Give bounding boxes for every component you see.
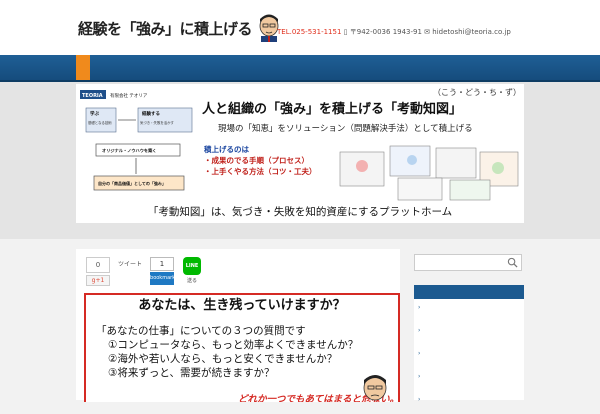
sidebar-link-3[interactable]: › [414,350,520,368]
nav-item-4[interactable] [118,55,132,80]
article-question-1: ①コンピュータなら、もっと効率よくできませんか？ [108,339,359,351]
main-navigation [0,55,600,82]
nav-item-5[interactable] [132,55,146,80]
sidebar-link-4[interactable]: › [414,373,520,391]
contact-address: 〒942-0036 [349,28,393,36]
chevron-right-icon: › [418,373,421,380]
line-share[interactable]: LINE 送る [182,257,202,284]
postal-icon: ▯ [343,28,348,36]
hatena-count: 1 [150,257,175,271]
sidebar-link-2[interactable]: › [414,327,520,345]
site-logo[interactable]: 経験を「強み」に積上げる [78,13,282,43]
nav-item-3[interactable] [104,55,118,80]
sidebar-link-1[interactable]: › [414,304,520,322]
step-experience-label: 経験する [142,110,160,117]
nav-item-8[interactable] [174,55,188,80]
logo-text: 経験を「強み」に積上げる [78,19,253,38]
nav-item-6[interactable] [146,55,160,80]
article-image: あなたは、生き残っていけますか？ 「あなたの仕事」についての３つの質問です ①コ… [84,293,400,402]
step-learn-label: 学ぶ [90,110,99,117]
hatena-bookmark[interactable]: 1 bookmark [150,257,175,285]
sidebar-link-5[interactable]: › [414,396,520,414]
contact-address-number: 1943-91 [392,28,425,36]
svg-text:TEORIA: TEORIA [82,93,103,99]
tweet-button[interactable]: ツイート [118,259,142,268]
article-lead: 「あなたの仕事」についての３つの質問です [96,325,306,337]
banner-point-1: ・成果のでる手順（プロセス） [204,156,309,165]
contact-info: TEL.025-531-1151 ▯ 〒942-0036 1943-91 ✉ h… [277,27,511,37]
banner-subtitle: 現場の「知恵」をソリューション（問題解決手法）として積上げる [218,124,473,134]
banner-point-2: ・上手くやる方法（コツ・工夫） [204,167,317,176]
step-strength-label: 自分の「商品価値」としての「強み」 [98,180,166,186]
worried-man-icon [363,375,387,401]
growth-steps-diagram: TEORIA 有限会社 テオリア 学ぶ 基礎となる技術 経験する 気づき・失敗を… [80,90,193,191]
banner-company: 有限会社 テオリア [110,92,148,99]
site-header: 経験を「強み」に積上げる TEL.025-531-1151 ▯ 〒942-003… [0,0,600,55]
facebook-count: 0 [86,257,110,273]
chevron-right-icon: › [418,396,421,403]
chevron-right-icon: › [418,304,421,311]
search-icon[interactable] [507,257,518,268]
line-label: 送る [187,278,198,284]
step-learn-sub: 基礎となる技術 [88,120,112,125]
chevron-right-icon: › [418,350,421,357]
nav-item-2[interactable] [90,55,104,80]
gplus-button[interactable]: g+1 [86,275,110,286]
article-question-2: ②海外や若い人なら、もっと安くできませんか？ [108,353,338,365]
sidebar: › › › › › [414,249,524,403]
email-address[interactable]: hidetoshi@teoria.co.jp [432,28,510,36]
banner-footer: 「考動知図」は、気づき・失敗を知的資産にするプラットホーム [147,206,453,218]
line-icon[interactable]: LINE [183,257,202,275]
widget-title [414,285,524,299]
facebook-share[interactable]: 0 g+1 [86,257,110,286]
article-headline: あなたは、生き残っていけますか？ [138,298,346,313]
step-experience-sub: 気づき・失敗を活かす [140,120,175,125]
nav-item-7[interactable] [160,55,174,80]
article-question-3: ③将来ずっと、需要が続きますか？ [108,367,275,379]
nav-item-home[interactable] [76,55,90,80]
phone-number[interactable]: TEL.025-531-1151 [277,28,341,36]
banner-title: 人と組織の「強み」を積上げる「考動知図」 [202,102,463,117]
banner-kana: （こう・どう・ち・ず） [433,88,521,97]
email-icon: ✉ [424,28,431,36]
chevron-right-icon: › [418,327,421,334]
share-bar: 0 g+1 ツイート 1 bookmark LINE 送る [86,257,202,291]
search-input[interactable] [414,254,522,271]
hero-area: TEORIA 有限会社 テオリア 学ぶ 基礎となる技術 経験する 気づき・失敗を… [0,82,600,239]
banner-points-head: 積上げるのは [204,145,249,154]
main-content: 0 g+1 ツイート 1 bookmark LINE 送る あなたは、生き残って… [76,249,400,402]
hatena-button[interactable]: bookmark [150,272,175,285]
hero-banner[interactable]: TEORIA 有限会社 テオリア 学ぶ 基礎となる技術 経験する 気づき・失敗を… [76,84,524,223]
step-knowhow-label: オリジナル・ノウハウを築く [102,147,156,154]
sample-sheets-illustration [339,145,519,201]
recent-posts-widget: › › › › › [414,285,524,403]
banner-points: 積上げるのは ・成果のでる手順（プロセス） ・上手くやる方法（コツ・工夫） [204,144,324,177]
